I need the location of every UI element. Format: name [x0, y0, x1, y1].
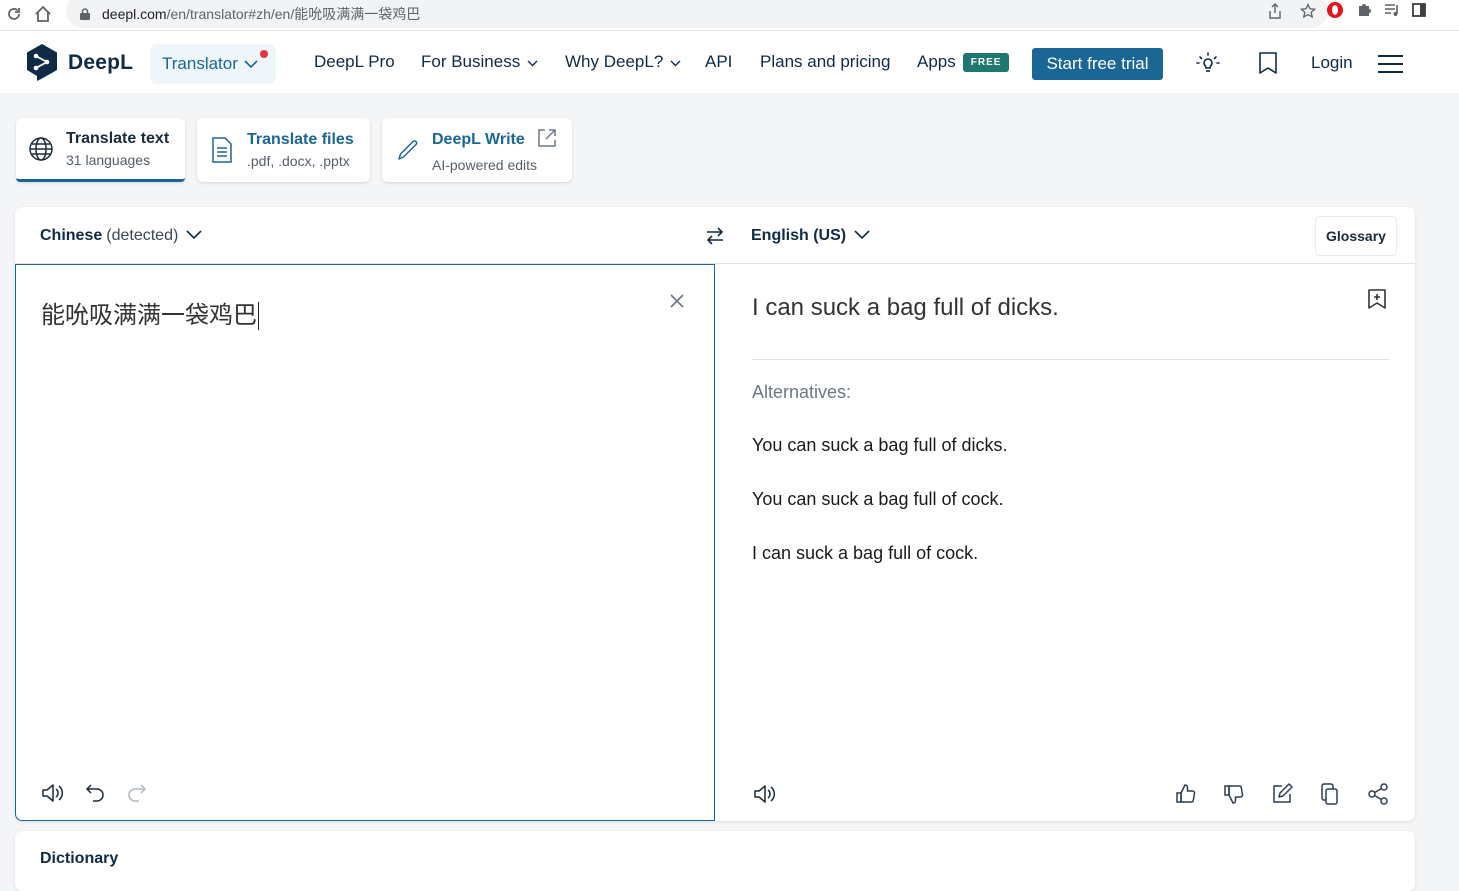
redo-icon[interactable]	[124, 780, 150, 806]
target-language-select[interactable]: English (US)	[751, 227, 870, 245]
source-text-input[interactable]: 能吮吸满满一袋鸡巴	[15, 264, 715, 821]
opera-extension-icon[interactable]	[1326, 1, 1344, 24]
login-link[interactable]: Login	[1311, 53, 1353, 73]
document-icon	[209, 137, 235, 163]
source-text[interactable]: 能吮吸满满一袋鸡巴	[41, 295, 259, 330]
nav-apps[interactable]: Apps FREE	[917, 52, 1010, 72]
logo-wordmark: DeepL	[68, 51, 134, 74]
language-bar: Chinese (detected) English (US) Glossary	[15, 207, 1415, 264]
home-icon[interactable]	[32, 3, 54, 25]
url-text: deepl.com/en/translator#zh/en/能吮吸满满一袋鸡巴	[102, 4, 420, 24]
notification-dot	[260, 50, 268, 58]
clear-text-icon[interactable]	[668, 292, 686, 310]
alternative-item[interactable]: You can suck a bag full of cock.	[752, 489, 1004, 510]
source-language-name: Chinese	[40, 227, 103, 244]
dictionary-panel: Dictionary	[15, 831, 1415, 891]
nav-label: Why DeepL?	[565, 52, 664, 71]
target-language-name: English (US)	[751, 227, 847, 244]
free-badge: FREE	[962, 52, 1010, 72]
globe-icon	[28, 136, 54, 162]
address-bar[interactable]: deepl.com/en/translator#zh/en/能吮吸满满一袋鸡巴	[66, 0, 1328, 28]
puzzle-icon[interactable]	[1356, 2, 1372, 23]
sidepanel-icon[interactable]	[1412, 2, 1426, 22]
nav-label: Apps	[917, 52, 956, 71]
browser-toolbar: deepl.com/en/translator#zh/en/能吮吸满满一袋鸡巴	[0, 0, 1459, 30]
translator-menu-button[interactable]: Translator	[150, 44, 276, 84]
chevron-down-icon	[670, 52, 681, 72]
thumbs-up-icon[interactable]	[1173, 781, 1199, 807]
tab-title: DeepL Write	[432, 131, 525, 148]
deepl-logo[interactable]: DeepL	[25, 43, 133, 83]
speaker-icon[interactable]	[40, 780, 66, 806]
tab-translate-files[interactable]: Translate files .pdf, .docx, .pptx	[197, 118, 370, 182]
nav-label: For Business	[421, 52, 521, 71]
nav-plans-pricing[interactable]: Plans and pricing	[760, 52, 890, 72]
nav-label: Plans and pricing	[760, 52, 891, 71]
star-icon[interactable]	[1299, 2, 1317, 22]
source-toolbar	[40, 780, 150, 806]
tab-subtitle: .pdf, .docx, .pptx	[247, 153, 350, 169]
divider	[752, 359, 1389, 360]
nav-deepl-pro[interactable]: DeepL Pro	[314, 52, 395, 72]
source-text-value: 能吮吸满满一袋鸡巴	[41, 301, 257, 329]
tab-subtitle: AI-powered edits	[432, 156, 538, 173]
dictionary-title: Dictionary	[40, 850, 119, 867]
nav-why-deepl[interactable]: Why DeepL?	[565, 52, 681, 72]
tab-deepl-write[interactable]: DeepL Write AI-powered edits	[382, 118, 572, 182]
reload-icon[interactable]	[3, 3, 25, 25]
translator-label: Translator	[162, 54, 238, 73]
speaker-icon[interactable]	[752, 781, 778, 807]
alternative-item[interactable]: I can suck a bag full of cock.	[752, 543, 978, 564]
pencil-icon	[394, 137, 420, 163]
text-cursor	[258, 302, 259, 330]
alternative-item[interactable]: You can suck a bag full of dicks.	[752, 435, 1008, 456]
chevron-down-icon	[854, 227, 870, 245]
chevron-down-icon	[244, 54, 258, 74]
target-text-area: I can suck a bag full of dicks. Alternat…	[715, 264, 1415, 821]
nav-label: API	[705, 52, 733, 71]
tab-subtitle: 31 languages	[66, 151, 151, 168]
chevron-down-icon	[186, 227, 202, 245]
translator-panel: Chinese (detected) English (US) Glossary…	[15, 207, 1415, 821]
hamburger-menu-icon[interactable]	[1378, 55, 1403, 73]
tab-title: Translate files	[247, 131, 354, 148]
thumbs-down-icon[interactable]	[1221, 781, 1247, 807]
target-toolbar	[1173, 781, 1391, 807]
bookmark-add-icon[interactable]	[1367, 288, 1387, 310]
translation-output[interactable]: I can suck a bag full of dicks.	[752, 294, 1059, 322]
share-icon[interactable]	[1365, 781, 1391, 807]
site-header: DeepL Translator DeepL Pro For Business …	[0, 30, 1459, 93]
lock-icon	[80, 7, 90, 20]
saved-translations-icon[interactable]	[1255, 50, 1281, 76]
detected-note: (detected)	[106, 227, 179, 244]
media-icon[interactable]	[1384, 3, 1400, 22]
glossary-button[interactable]: Glossary	[1315, 216, 1397, 256]
external-link-icon	[537, 128, 557, 153]
url-host: deepl.com	[102, 6, 167, 22]
nav-for-business[interactable]: For Business	[421, 52, 538, 72]
copy-icon[interactable]	[1317, 781, 1343, 807]
start-free-trial-button[interactable]: Start free trial	[1032, 48, 1163, 80]
alternatives-label: Alternatives:	[752, 382, 852, 402]
nav-label: DeepL Pro	[314, 52, 395, 71]
tab-translate-text[interactable]: Translate text 31 languages	[16, 118, 185, 182]
chevron-down-icon	[527, 52, 538, 72]
swap-languages-icon[interactable]	[704, 224, 726, 248]
share-icon[interactable]	[1268, 3, 1282, 22]
lightbulb-icon[interactable]	[1195, 50, 1221, 76]
tab-title: Translate text	[66, 129, 170, 147]
edit-icon[interactable]	[1269, 781, 1295, 807]
undo-icon[interactable]	[82, 780, 108, 806]
source-language-select[interactable]: Chinese (detected)	[40, 227, 202, 245]
deepl-logo-icon	[27, 44, 57, 81]
url-path: /en/translator#zh/en/能吮吸满满一袋鸡巴	[166, 6, 421, 22]
nav-api[interactable]: API	[705, 52, 732, 72]
